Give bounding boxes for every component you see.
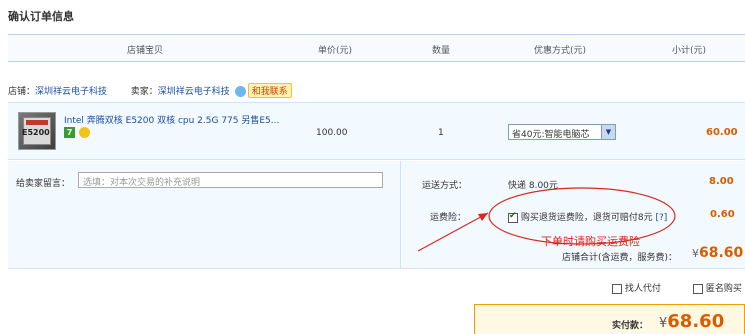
payment-total: ¥68.60 xyxy=(659,311,724,332)
shipping-method: 快递 8.00元 xyxy=(508,181,558,191)
header-subtotal: 小计(元) xyxy=(672,46,707,56)
shop-total-label: 店铺合计(含运费，服务费)： xyxy=(562,253,678,263)
shop-line: 店铺：深圳祥云电子科技 卖家：深圳祥云电子科技 和我联系 xyxy=(8,83,292,98)
shop-label: 店铺： xyxy=(8,87,36,97)
divider xyxy=(400,161,401,269)
product-thumbnail[interactable]: E5200 xyxy=(18,112,56,150)
cpu-chip-label-bar xyxy=(26,120,48,125)
unit-price: 100.00 xyxy=(316,128,348,138)
seller-label: 卖家： xyxy=(130,87,158,97)
anonymous-label: 匿名购买 xyxy=(705,284,742,294)
header-price: 单价(元) xyxy=(318,46,353,56)
guarantee-icon xyxy=(79,127,90,138)
shipping-price: 8.00 xyxy=(709,176,734,187)
discount-select[interactable]: 省40元:智能电脑芯 ▼ xyxy=(508,124,616,140)
message-label: 给卖家留言： xyxy=(16,179,71,189)
product-name-link[interactable]: Intel 奔腾双核 E5200 双核 cpu 2.5G 775 另售E5... xyxy=(64,113,279,126)
discount-selected-value: 省40元:智能电脑芯 xyxy=(512,130,590,140)
quantity: 1 xyxy=(438,128,444,138)
shop-name-link[interactable]: 深圳祥云电子科技 xyxy=(35,87,107,97)
item-subtotal: 60.00 xyxy=(706,127,738,138)
seller-name-link[interactable]: 深圳祥云电子科技 xyxy=(158,87,230,97)
proxy-pay-option[interactable]: 找人代付 xyxy=(612,281,661,294)
seven-day-return-icon: 7 xyxy=(64,127,75,138)
proxy-pay-checkbox[interactable] xyxy=(612,283,622,294)
table-header: 店铺宝贝 单价(元) 数量 优惠方式(元) 小计(元) xyxy=(8,34,745,62)
shop-total: ¥68.60 xyxy=(692,245,743,261)
shipping-label: 运送方式： xyxy=(422,181,468,191)
anonymous-option[interactable]: 匿名购买 xyxy=(693,281,742,294)
insurance-label: 运费险： xyxy=(430,213,467,223)
insurance-help-link[interactable]: [?] xyxy=(655,213,667,223)
header-item: 店铺宝贝 xyxy=(127,46,164,56)
shop-total-value: 68.60 xyxy=(699,245,744,261)
page-title: 确认订单信息 xyxy=(8,10,74,23)
insurance-price: 0.60 xyxy=(710,209,735,220)
annotation-text: 下单时请购买运费险 xyxy=(541,235,640,248)
item-row xyxy=(8,102,745,160)
chevron-down-icon[interactable]: ▼ xyxy=(601,125,615,139)
header-qty: 数量 xyxy=(432,46,451,56)
contact-seller-button[interactable]: 和我联系 xyxy=(247,83,292,98)
insurance-checkbox[interactable] xyxy=(508,211,518,223)
header-discount: 优惠方式(元) xyxy=(534,46,587,56)
insurance-option[interactable]: 购买退货运费险，退货可赔付8元 [?] xyxy=(508,210,667,223)
shop-total-currency: ¥ xyxy=(692,247,699,260)
anonymous-checkbox[interactable] xyxy=(693,283,703,294)
message-input[interactable]: 选填：对本次交易的补充说明 xyxy=(78,172,383,188)
payment-label: 实付款： xyxy=(612,321,649,331)
insurance-option-label: 购买退货运费险，退货可赔付8元 xyxy=(520,213,653,223)
proxy-pay-label: 找人代付 xyxy=(624,284,661,294)
thumb-text: E5200 xyxy=(22,128,50,137)
payment-value: 68.60 xyxy=(667,311,725,332)
wangwang-icon[interactable] xyxy=(234,86,246,97)
